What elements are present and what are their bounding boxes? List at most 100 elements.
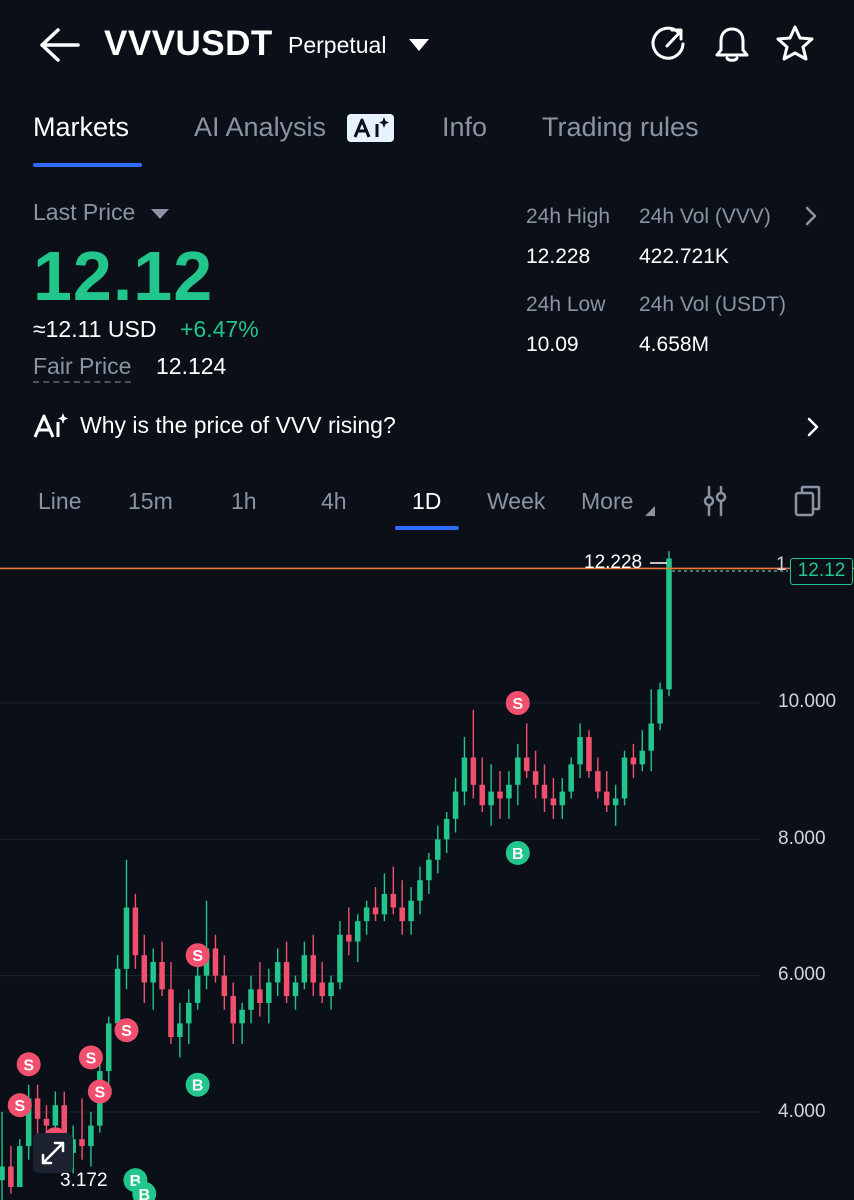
fair-price-value: 12.124	[156, 353, 227, 379]
candle-body	[141, 955, 148, 983]
fair-price-label[interactable]: Fair Price	[33, 353, 132, 383]
candle-body	[266, 982, 272, 1003]
tab-trading-rules[interactable]: Trading rules	[542, 112, 699, 143]
pair-symbol[interactable]: VVVUSDT	[104, 24, 273, 64]
timeframe-line[interactable]: Line	[38, 488, 81, 515]
candle-body	[523, 757, 530, 772]
timeframe-1h[interactable]: 1h	[231, 488, 257, 515]
bell-icon[interactable]	[712, 24, 752, 64]
buy-marker-label: B	[512, 846, 524, 863]
tab-bar: Markets AI Analysis Info Trading rules	[0, 100, 854, 170]
refresh-share-icon[interactable]	[648, 24, 688, 64]
sell-marker-label: S	[23, 1057, 34, 1074]
candle-body	[8, 1166, 14, 1187]
timeframe-4h[interactable]: 4h	[321, 488, 347, 515]
timeframe-bar: Line 15m 1h 4h 1D Week More	[0, 476, 854, 536]
candle-body	[114, 968, 121, 1024]
candle-body	[159, 962, 165, 990]
candle-body	[452, 791, 459, 819]
candle-body	[595, 771, 601, 792]
sell-marker-label: S	[192, 948, 203, 965]
caret-down-icon[interactable]	[408, 38, 430, 52]
stat-24h-low-value: 10.09	[526, 333, 579, 356]
timeframe-1d[interactable]: 1D	[412, 488, 441, 515]
timeframe-15m[interactable]: 15m	[128, 488, 173, 515]
candle-body	[283, 962, 290, 997]
candle-body	[17, 1146, 23, 1187]
period-low-label: 3.172	[60, 1170, 108, 1191]
chevron-right-icon[interactable]	[804, 205, 818, 227]
candle-body	[248, 989, 254, 1010]
timeframe-week[interactable]: Week	[487, 488, 545, 515]
candle-body	[328, 982, 334, 997]
copy-layout-icon[interactable]	[793, 484, 823, 518]
candle-body	[381, 893, 388, 915]
candle-body	[443, 818, 450, 840]
active-timeframe-indicator	[395, 526, 459, 530]
candle-body	[346, 934, 352, 942]
candle-body	[319, 982, 325, 997]
candle-body	[186, 1002, 192, 1024]
candle-body	[310, 955, 317, 983]
candle-body	[568, 764, 574, 792]
candlestick-chart[interactable]: SSSSSSBBSBSB	[0, 540, 854, 1200]
candle-body	[559, 791, 566, 806]
tab-markets[interactable]: Markets	[33, 112, 129, 143]
candle-body	[0, 1166, 5, 1181]
ai-sparkle-icon	[347, 114, 394, 142]
candle-body	[123, 907, 130, 969]
candle-body	[337, 934, 343, 983]
star-icon[interactable]	[775, 24, 815, 64]
candle-body	[194, 975, 201, 1003]
caret-down-icon[interactable]	[150, 208, 170, 220]
candle-body	[52, 1105, 59, 1126]
candle-body	[43, 1118, 50, 1126]
candle-body	[88, 1125, 94, 1147]
ai-insight-row[interactable]: Why is the price of VVV rising?	[0, 400, 854, 452]
stat-24h-vol-quote-label: 24h Vol (USDT)	[639, 293, 787, 316]
candle-body	[515, 757, 521, 785]
candle-body	[292, 982, 299, 997]
active-tab-indicator	[33, 163, 142, 167]
last-price: 12.12	[33, 237, 214, 315]
sell-marker-label: S	[14, 1098, 25, 1115]
usd-equivalent: ≈12.11 USD	[33, 316, 157, 342]
candle-body	[488, 791, 494, 806]
candle-body	[150, 962, 156, 983]
candle-body	[257, 989, 263, 1003]
candle-body	[577, 737, 583, 765]
current-price-tag: 12.12	[790, 558, 853, 585]
indicator-settings-icon[interactable]	[700, 484, 730, 518]
expand-chart-icon[interactable]	[33, 1133, 73, 1173]
candle-body	[657, 689, 663, 724]
last-price-label[interactable]: Last Price	[33, 199, 135, 226]
candle-body	[470, 757, 477, 785]
buy-marker-label: B	[139, 1187, 151, 1200]
timeframe-more[interactable]: More	[581, 488, 633, 515]
candle-body	[603, 791, 610, 806]
chart-canvas[interactable]: SSSSSSBBSBSB	[0, 540, 854, 1200]
candle-body	[612, 798, 619, 806]
candle-body	[105, 1023, 112, 1072]
back-arrow-icon[interactable]	[36, 24, 82, 66]
candle-body	[363, 907, 370, 922]
y-axis-label-10: 10.000	[778, 691, 837, 712]
candle-body	[354, 921, 361, 942]
candle-body	[426, 859, 432, 881]
candle-body	[168, 989, 174, 1038]
tab-info[interactable]: Info	[442, 112, 487, 143]
sell-marker-label: S	[94, 1085, 105, 1102]
stat-24h-vol-quote-value: 4.658M	[639, 333, 710, 356]
header: VVVUSDT Perpetual	[0, 0, 854, 90]
candle-body	[79, 1139, 85, 1147]
tab-ai-analysis[interactable]: AI Analysis	[194, 112, 326, 143]
contract-type[interactable]: Perpetual	[288, 32, 386, 59]
y-axis-label-8: 8.000	[778, 828, 826, 849]
candle-body	[648, 723, 654, 751]
sell-marker-label: S	[121, 1023, 132, 1040]
candle-body	[435, 839, 441, 860]
candle-body	[132, 907, 139, 956]
candle-body	[461, 757, 468, 792]
y-axis-label-6: 6.000	[778, 964, 826, 985]
candle-body	[497, 791, 503, 799]
